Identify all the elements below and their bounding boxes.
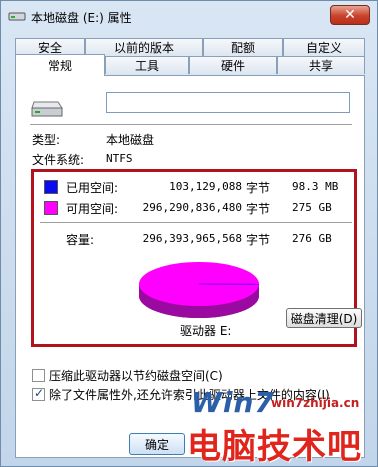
tab-tools[interactable]: 工具 [105, 56, 189, 74]
usage-pie-chart [139, 262, 260, 318]
divider [30, 124, 352, 125]
filesystem-label: 文件系统: [32, 153, 85, 167]
tab-customize[interactable]: 自定义 [283, 38, 365, 56]
title-bar: 本地磁盘 (E:) 属性 ✕ [1, 1, 377, 33]
drive-label: 驱动器 E: [180, 324, 232, 338]
close-button[interactable]: ✕ [330, 5, 370, 25]
ok-button[interactable]: 确定 [129, 433, 185, 455]
used-space-label: 已用空间: [66, 181, 119, 195]
capacity-unit: 字节 [246, 233, 271, 247]
watermark-text: 电脑技术吧 [187, 427, 362, 467]
capacity-label: 容量: [66, 233, 95, 247]
close-icon: ✕ [344, 7, 356, 23]
watermark-logo: Win7 [191, 386, 275, 419]
volume-name-input[interactable] [106, 92, 350, 113]
free-space-unit: 字节 [246, 202, 271, 216]
free-space-swatch [44, 201, 58, 215]
type-label: 类型: [32, 133, 61, 147]
used-space-unit: 字节 [246, 181, 271, 195]
tab-general[interactable]: 常规 [15, 54, 105, 76]
used-space-size: 98.3 MB [292, 180, 339, 193]
tab-hardware[interactable]: 硬件 [189, 56, 277, 74]
capacity-bytes: 296,393,965,568 [142, 232, 242, 245]
highlight-box: 已用空间: 103,129,088 字节 98.3 MB 可用空间: 296,2… [31, 169, 362, 347]
used-space-bytes: 103,129,088 [169, 180, 242, 193]
compress-checkbox[interactable] [32, 369, 45, 382]
drive-icon [8, 12, 26, 21]
tab-sharing[interactable]: 共享 [277, 56, 365, 74]
compress-option[interactable]: 压缩此驱动器以节约磁盘空间(C) [32, 367, 223, 384]
properties-window: 本地磁盘 (E:) 属性 ✕ 安全 以前的版本 配额 自定义 常规 工具 硬件 … [0, 0, 378, 467]
free-space-label: 可用空间: [66, 202, 119, 216]
disk-cleanup-button[interactable]: 磁盘清理(D) [286, 308, 362, 328]
used-space-swatch [44, 180, 58, 194]
window-title: 本地磁盘 (E:) 属性 [31, 11, 132, 25]
watermark-url: win7zhijia.cn [271, 396, 360, 410]
capacity-size: 276 GB [292, 232, 332, 245]
compress-label: 压缩此驱动器以节约磁盘空间(C) [49, 369, 223, 383]
free-space-size: 275 GB [292, 201, 332, 214]
index-checkbox[interactable] [32, 386, 45, 401]
tab-strip: 安全 以前的版本 配额 自定义 常规 工具 硬件 共享 [15, 38, 365, 76]
type-value: 本地磁盘 [106, 133, 155, 147]
hard-drive-icon [31, 101, 63, 117]
filesystem-value: NTFS [106, 152, 133, 165]
tab-quota[interactable]: 配额 [203, 38, 283, 56]
divider [40, 222, 352, 223]
free-space-bytes: 296,290,836,480 [142, 201, 242, 214]
